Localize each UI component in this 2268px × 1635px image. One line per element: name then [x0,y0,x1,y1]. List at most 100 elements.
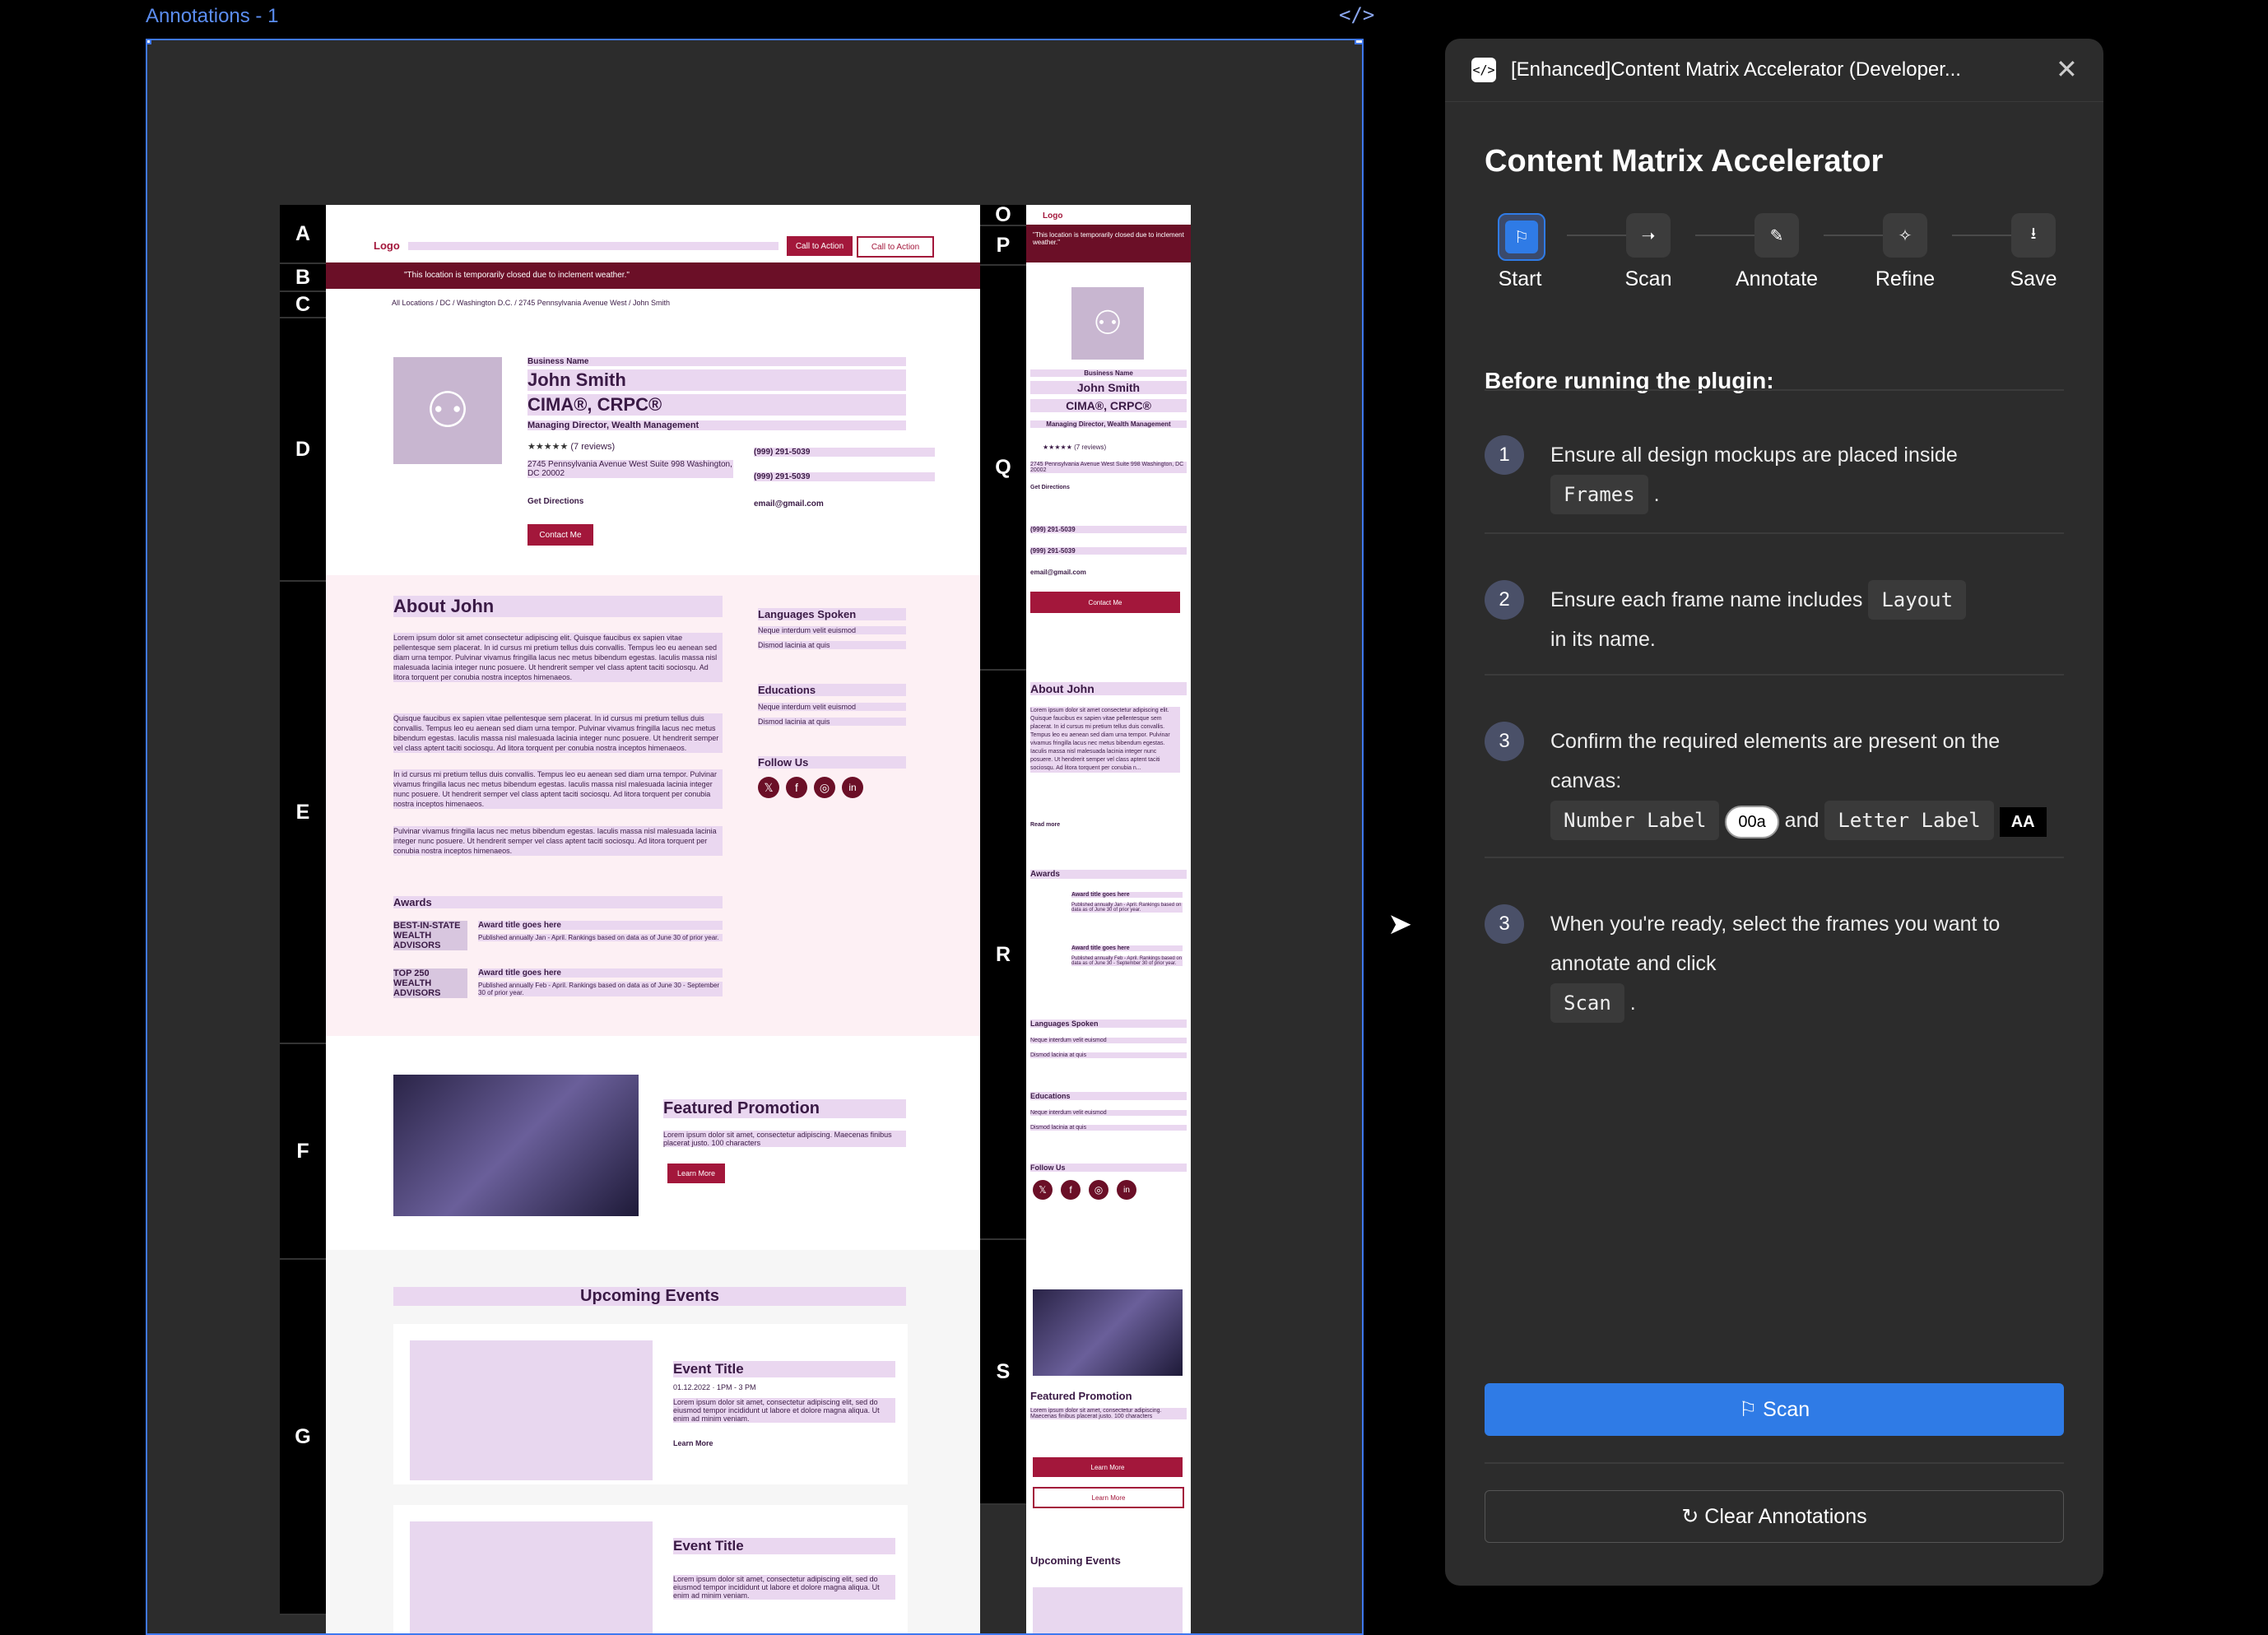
send-icon: ➝ [1641,226,1656,245]
facebook-icon[interactable]: f [786,777,807,798]
event-description: Lorem ipsum dolor sit amet, consectetur … [673,1575,895,1600]
event-image [410,1340,653,1480]
business-name: Business Name [1030,369,1187,377]
step-label: Refine [1875,267,1936,290]
checklist-item-3: Confirm the required elements are presen… [1550,722,2061,840]
event-image [410,1521,653,1633]
section-letter: S [980,1240,1026,1505]
cta-button[interactable]: Call to Action [787,236,853,256]
resize-handle[interactable] [1355,40,1362,44]
number-label-badge: 00a [1725,806,1779,838]
phone-2[interactable]: (999) 291-5039 [754,472,935,481]
step-label: Annotate [1735,267,1819,290]
step-start[interactable]: ⚐ [1498,213,1545,261]
cta-outline-button[interactable]: Call to Action [857,236,934,258]
get-directions-link[interactable]: Get Directions [527,497,583,506]
header-links [408,242,778,250]
learn-more-button[interactable]: Learn More [667,1164,725,1183]
plugin-titlebar: </> [Enhanced]Content Matrix Accelerator… [1445,39,2103,102]
person-name: John Smith [1030,381,1187,394]
about-paragraph: Lorem ipsum dolor sit amet consectetur a… [1030,707,1180,773]
follow-title: Follow Us [1030,1164,1187,1172]
award-description: Published annually Feb - April. Rankings… [1071,956,1183,966]
event-date: 01.12.2022 · 1PM - 3 PM [673,1383,756,1391]
award-description: Published annually Feb - April. Rankings… [478,982,723,996]
alert-bar: "This location is temporarily closed due… [1026,225,1191,262]
code-toggle-icon[interactable]: </> [1339,3,1374,26]
education-item: Neque interdum velit euismod [758,703,906,711]
award-title: Award title goes here [1071,892,1183,898]
email-link[interactable]: email@gmail.com [1030,569,1086,576]
step-scan[interactable]: ➝ [1626,213,1671,258]
follow-title: Follow Us [758,756,906,769]
linkedin-icon[interactable]: in [1117,1180,1136,1200]
facebook-icon[interactable]: f [1061,1180,1081,1200]
about-paragraph-3: In id cursus mi pretium tellus duis conv… [393,769,723,809]
contact-me-button[interactable]: Contact Me [527,524,593,546]
instagram-icon[interactable]: ◎ [1089,1180,1108,1200]
get-directions-link[interactable]: Get Directions [1030,485,1070,490]
about-paragraph-1: Lorem ipsum dolor sit amet consectetur a… [393,633,723,682]
award-title: Award title goes here [478,968,723,978]
learn-more-outline-button[interactable]: Learn More [1033,1487,1184,1508]
section-letter: C [280,292,326,318]
checklist-text: When you're ready, select the frames you… [1550,913,2001,975]
section-letter: B [280,264,326,292]
alert-text: "This location is temporarily closed due… [1033,231,1184,246]
languages-title: Languages Spoken [758,608,906,620]
x-icon[interactable]: 𝕏 [1033,1180,1053,1200]
and-text: and [1784,809,1820,832]
step-save[interactable]: ⭳ [2011,213,2056,258]
resize-handle[interactable] [147,40,151,44]
social-icons: 𝕏 f ◎ in [758,777,863,798]
section-letter: O [980,203,1026,226]
download-icon: ⭳ [2030,225,2037,243]
step-refine[interactable]: ✧ [1883,213,1927,258]
alert-bar: "This location is temporarily closed due… [326,262,980,289]
plugin-code-icon: </> [1471,58,1496,82]
learn-more-button[interactable]: Learn More [1033,1457,1183,1477]
promotion-description: Lorem ipsum dolor sit amet, consectetur … [1030,1408,1187,1419]
checklist-tail: in its name. [1550,628,1656,651]
contact-me-button[interactable]: Contact Me [1030,592,1180,613]
step-annotate[interactable]: ✎ [1754,213,1799,258]
section-letter: R [980,671,1026,1240]
award-badge: TOP 250 WEALTH ADVISORS [393,968,467,998]
divider [1485,857,2064,858]
divider [1485,1462,2064,1464]
educations-title: Educations [758,684,906,696]
scan-chip: Scan [1550,983,1624,1023]
phone-1[interactable]: (999) 291-5039 [1030,526,1187,533]
close-icon[interactable]: ✕ [2056,53,2078,85]
checklist-text: Ensure each frame name includes [1550,588,1863,611]
x-icon[interactable]: 𝕏 [758,777,779,798]
pencil-icon: ✎ [1769,226,1784,245]
languages-title: Languages Spoken [1030,1020,1187,1028]
section-letter: A [280,205,326,264]
clear-annotations-button[interactable]: ↻ Clear Annotations [1485,1490,2064,1543]
instagram-icon[interactable]: ◎ [814,777,835,798]
checklist-item-1: Ensure all design mockups are placed ins… [1550,435,2061,514]
award-badge: BEST-IN-STATE WEALTH ADVISORS [393,921,467,950]
logo: Logo [1043,211,1063,221]
step-number-badge: 1 [1485,435,1524,475]
linkedin-icon[interactable]: in [842,777,863,798]
events-title: Upcoming Events [393,1287,906,1306]
plugin-window-title: [Enhanced]Content Matrix Accelerator (De… [1511,58,1961,81]
about-title: About John [1030,682,1187,695]
address: 2745 Pennsylvania Avenue West Suite 998 … [527,460,733,478]
phone-2[interactable]: (999) 291-5039 [1030,547,1187,555]
section-letter: P [980,226,1026,266]
frame-label[interactable]: Annotations - 1 [146,5,278,28]
read-more-link[interactable]: Read more [1030,822,1060,828]
event-date-text: 01.12.2022 [673,1383,711,1391]
step-number-badge: 3 [1485,722,1524,761]
desktop-header: Logo Call to Action Call to Action [326,205,980,262]
scan-button[interactable]: ⚐ Scan [1485,1383,2064,1436]
mobile-mockup: Logo "This location is temporarily close… [1026,205,1191,1633]
phone-1[interactable]: (999) 291-5039 [754,448,935,457]
email-link[interactable]: email@gmail.com [754,499,824,509]
annotation-frame[interactable]: A B C D E F G Logo Call to Action Call t… [146,39,1364,1635]
event-learn-more-link[interactable]: Learn More [673,1439,713,1447]
event-card: Event Title Lorem ipsum dolor sit amet, … [393,1505,908,1633]
